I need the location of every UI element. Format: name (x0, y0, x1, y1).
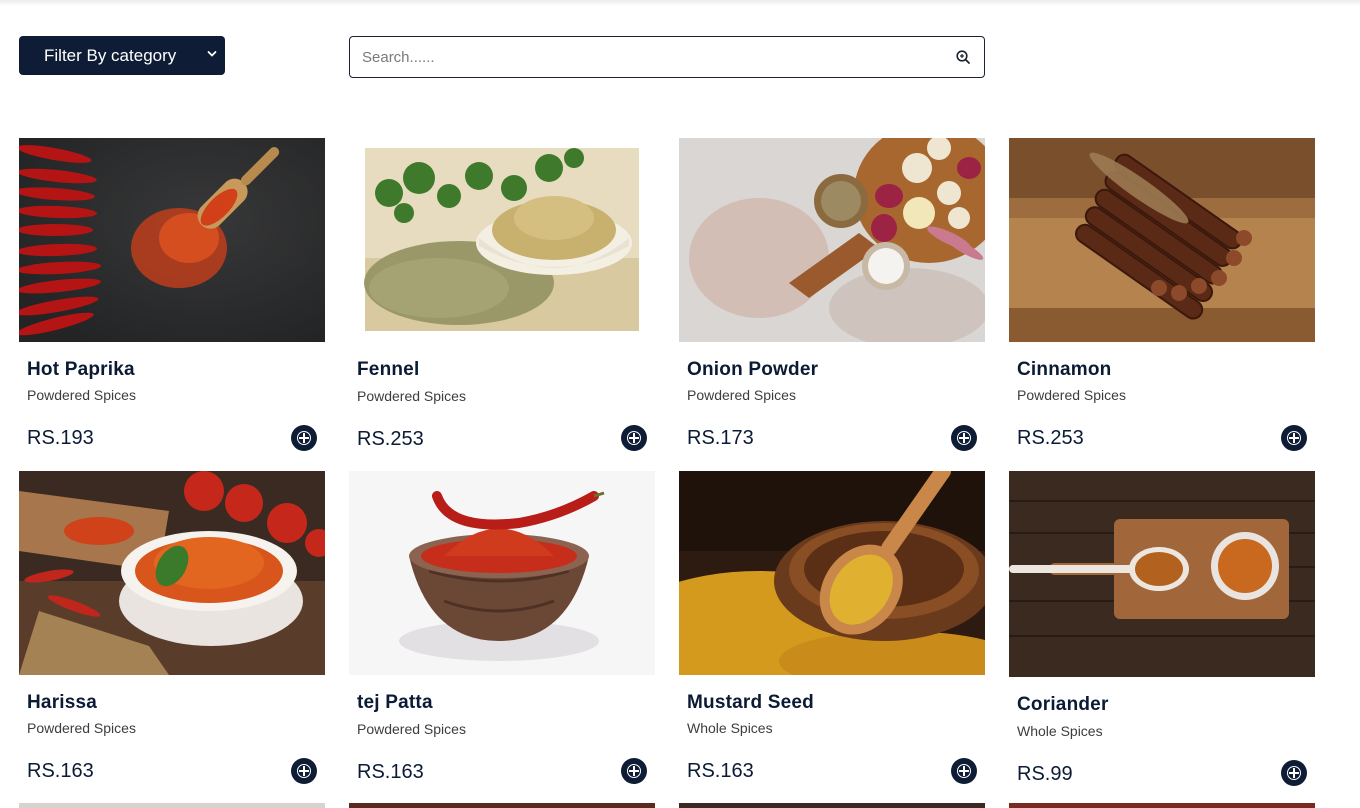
product-price: RS.173 (687, 427, 754, 449)
product-category: Powdered Spices (27, 387, 136, 403)
product-price: RS.253 (357, 428, 424, 450)
add-to-cart-icon[interactable] (291, 758, 317, 784)
product-image-next-row (1009, 803, 1315, 808)
product-image-harissa[interactable] (19, 471, 325, 675)
header-shadow (0, 0, 1360, 6)
add-to-cart-icon[interactable] (1281, 425, 1307, 451)
product-name[interactable]: Onion Powder (687, 359, 818, 381)
chevron-down-icon (207, 51, 217, 57)
product-image-fennel[interactable] (349, 138, 655, 342)
product-name[interactable]: tej Patta (357, 692, 433, 714)
product-category: Whole Spices (1017, 723, 1103, 739)
product-price: RS.163 (27, 760, 94, 782)
product-image-next-row (19, 803, 325, 808)
add-to-cart-icon[interactable] (621, 425, 647, 451)
product-name[interactable]: Coriander (1017, 694, 1109, 716)
product-image-cinnamon[interactable] (1009, 138, 1315, 342)
product-name[interactable]: Mustard Seed (687, 692, 814, 714)
product-name[interactable]: Fennel (357, 359, 419, 381)
product-image-mustard-seed[interactable] (679, 471, 985, 675)
category-filter-dropdown[interactable]: Filter By category (19, 36, 225, 75)
product-name[interactable]: Hot Paprika (27, 359, 135, 381)
product-price: RS.163 (687, 760, 754, 782)
add-to-cart-icon[interactable] (951, 758, 977, 784)
search-input[interactable] (350, 37, 930, 77)
add-to-cart-icon[interactable] (1281, 760, 1307, 786)
product-image-coriander[interactable] (1009, 471, 1315, 677)
product-price: RS.163 (357, 761, 424, 783)
product-price: RS.99 (1017, 763, 1073, 785)
product-image-next-row (349, 803, 655, 808)
product-category: Powdered Spices (687, 387, 796, 403)
product-price: RS.253 (1017, 427, 1084, 449)
product-category: Powdered Spices (357, 721, 466, 737)
search-icon[interactable] (955, 49, 971, 65)
product-image-onion-powder[interactable] (679, 138, 985, 342)
search-box (349, 36, 985, 78)
add-to-cart-icon[interactable] (621, 758, 647, 784)
product-image-next-row (679, 803, 985, 808)
product-category: Powdered Spices (27, 720, 136, 736)
product-name[interactable]: Harissa (27, 692, 97, 714)
add-to-cart-icon[interactable] (291, 425, 317, 451)
product-category: Powdered Spices (1017, 387, 1126, 403)
add-to-cart-icon[interactable] (951, 425, 977, 451)
product-name[interactable]: Cinnamon (1017, 359, 1112, 381)
product-image-tej-patta[interactable] (349, 471, 655, 675)
product-price: RS.193 (27, 427, 94, 449)
product-image-hot-paprika[interactable] (19, 138, 325, 342)
category-filter-label: Filter By category (44, 45, 177, 65)
product-category: Whole Spices (687, 720, 773, 736)
product-category: Powdered Spices (357, 388, 466, 404)
